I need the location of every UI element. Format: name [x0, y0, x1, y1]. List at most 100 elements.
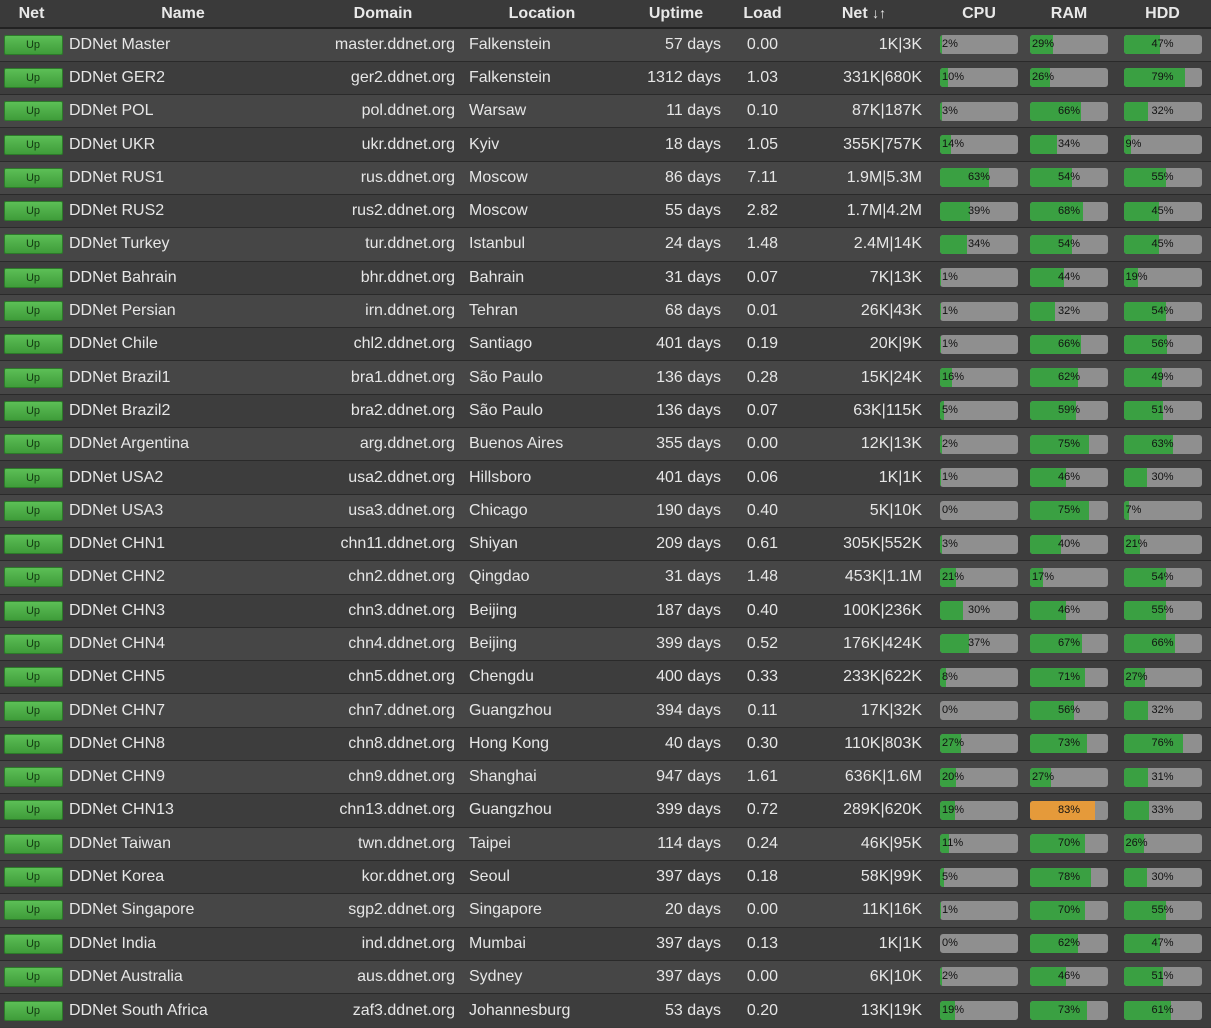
table-row[interactable]: Up DDNet Korea kor.ddnet.org Seoul 397 d…: [0, 859, 1211, 894]
status-up-badge[interactable]: Up: [3, 67, 63, 88]
server-status-table: Net Name Domain Location Uptime Load Net…: [0, 0, 1211, 1027]
table-row[interactable]: Up DDNet Australia aus.ddnet.org Sydney …: [0, 959, 1211, 994]
status-up-badge[interactable]: Up: [3, 367, 63, 388]
status-up-badge[interactable]: Up: [3, 500, 63, 521]
cpu-bar: 30%: [940, 601, 1018, 621]
server-uptime: 400 days: [621, 660, 731, 694]
status-up-badge[interactable]: Up: [3, 234, 63, 255]
table-row[interactable]: Up DDNet CHN13 chn13.ddnet.org Guangzhou…: [0, 793, 1211, 828]
header-name[interactable]: Name: [63, 0, 303, 29]
table-row[interactable]: Up DDNet Bahrain bhr.ddnet.org Bahrain 3…: [0, 260, 1211, 295]
status-up-badge[interactable]: Up: [3, 1000, 63, 1021]
cpu-bar: 1%: [940, 268, 1018, 288]
cpu-bar: 2%: [940, 434, 1018, 454]
server-network-traffic: 11K|16K: [794, 893, 934, 928]
status-up-badge[interactable]: Up: [3, 301, 63, 322]
table-row[interactable]: Up DDNet RUS1 rus.ddnet.org Moscow 86 da…: [0, 160, 1211, 195]
header-network-traffic[interactable]: Net ↓↑: [794, 0, 934, 29]
status-up-badge[interactable]: Up: [3, 334, 63, 355]
cpu-bar: 2%: [940, 35, 1018, 55]
server-load: 7.11: [731, 160, 794, 195]
hdd-percent: 61%: [1151, 1004, 1174, 1016]
server-network-traffic: 12K|13K: [794, 427, 934, 461]
table-row[interactable]: Up DDNet UKR ukr.ddnet.org Kyiv 18 days …: [0, 127, 1211, 162]
table-row[interactable]: Up DDNet GER2 ger2.ddnet.org Falkenstein…: [0, 60, 1211, 95]
table-row[interactable]: Up DDNet CHN1 chn11.ddnet.org Shiyan 209…: [0, 526, 1211, 561]
table-row[interactable]: Up DDNet CHN9 chn9.ddnet.org Shanghai 94…: [0, 760, 1211, 794]
ram-percent: 70%: [1057, 837, 1081, 850]
table-row[interactable]: Up DDNet Brazil2 bra2.ddnet.org São Paul…: [0, 393, 1211, 428]
table-row[interactable]: Up DDNet India ind.ddnet.org Mumbai 397 …: [0, 926, 1211, 961]
status-up-badge[interactable]: Up: [3, 733, 63, 754]
table-row[interactable]: Up DDNet CHN5 chn5.ddnet.org Chengdu 400…: [0, 660, 1211, 694]
table-row[interactable]: Up DDNet Brazil1 bra1.ddnet.org São Paul…: [0, 360, 1211, 395]
server-network-traffic: 1K|1K: [794, 460, 934, 495]
status-up-badge[interactable]: Up: [3, 167, 63, 188]
ram-bar: 62%: [1030, 934, 1108, 954]
table-row[interactable]: Up DDNet Singapore sgp2.ddnet.org Singap…: [0, 893, 1211, 928]
ram-bar: 29%: [1030, 35, 1108, 55]
table-row[interactable]: Up DDNet USA2 usa2.ddnet.org Hillsboro 4…: [0, 460, 1211, 495]
status-up-badge[interactable]: Up: [3, 800, 63, 821]
table-row[interactable]: Up DDNet CHN4 chn4.ddnet.org Beijing 399…: [0, 626, 1211, 661]
server-network-traffic: 2.4M|14K: [794, 227, 934, 262]
table-row[interactable]: Up DDNet Persian irn.ddnet.org Tehran 68…: [0, 293, 1211, 328]
header-cpu[interactable]: CPU: [934, 0, 1024, 29]
server-location: Bahrain: [463, 260, 621, 295]
cpu-bar: 39%: [940, 201, 1018, 221]
table-row[interactable]: Up DDNet Taiwan twn.ddnet.org Taipei 114…: [0, 826, 1211, 861]
hdd-bar: 7%: [1123, 501, 1202, 521]
table-row[interactable]: Up DDNet Chile chl2.ddnet.org Santiago 4…: [0, 327, 1211, 361]
hdd-bar: 32%: [1123, 701, 1202, 721]
hdd-percent: 21%: [1125, 537, 1148, 550]
table-row[interactable]: Up DDNet South Africa zaf3.ddnet.org Joh…: [0, 993, 1211, 1027]
status-up-badge[interactable]: Up: [3, 434, 63, 455]
status-up-badge[interactable]: Up: [3, 700, 63, 721]
header-domain[interactable]: Domain: [303, 0, 463, 29]
status-up-badge[interactable]: Up: [3, 34, 63, 55]
header-net-status[interactable]: Net: [0, 0, 63, 29]
ram-bar: 73%: [1030, 1001, 1108, 1020]
table-row[interactable]: Up DDNet CHN2 chn2.ddnet.org Qingdao 31 …: [0, 560, 1211, 595]
status-up-badge[interactable]: Up: [3, 567, 63, 588]
table-row[interactable]: Up DDNet CHN7 chn7.ddnet.org Guangzhou 3…: [0, 693, 1211, 728]
status-up-badge[interactable]: Up: [3, 400, 63, 421]
status-up-badge[interactable]: Up: [3, 267, 63, 288]
table-row[interactable]: Up DDNet Master master.ddnet.org Falkens…: [0, 27, 1211, 62]
table-row[interactable]: Up DDNet POL pol.ddnet.org Warsaw 11 day…: [0, 94, 1211, 128]
status-up-badge[interactable]: Up: [3, 134, 63, 155]
header-ram[interactable]: RAM: [1024, 0, 1114, 29]
header-location[interactable]: Location: [463, 0, 621, 29]
table-row[interactable]: Up DDNet RUS2 rus2.ddnet.org Moscow 55 d…: [0, 193, 1211, 228]
table-row[interactable]: Up DDNet Argentina arg.ddnet.org Buenos …: [0, 427, 1211, 461]
server-domain: bra2.ddnet.org: [303, 393, 463, 428]
status-up-badge[interactable]: Up: [3, 667, 63, 688]
status-up-badge[interactable]: Up: [3, 201, 63, 222]
server-domain: usa3.ddnet.org: [303, 493, 463, 528]
status-up-badge[interactable]: Up: [3, 767, 63, 788]
status-up-badge[interactable]: Up: [3, 467, 63, 488]
table-row[interactable]: Up DDNet CHN8 chn8.ddnet.org Hong Kong 4…: [0, 726, 1211, 761]
status-up-badge[interactable]: Up: [3, 833, 63, 854]
server-name: DDNet CHN7: [63, 693, 303, 728]
status-up-badge[interactable]: Up: [3, 966, 63, 987]
status-up-badge[interactable]: Up: [3, 101, 63, 122]
header-hdd[interactable]: HDD: [1114, 0, 1211, 29]
header-load[interactable]: Load: [731, 0, 794, 29]
server-location: Kyiv: [463, 127, 621, 162]
status-up-badge[interactable]: Up: [3, 534, 63, 555]
status-up-badge[interactable]: Up: [3, 933, 63, 954]
ram-bar: 34%: [1030, 135, 1108, 155]
status-up-badge[interactable]: Up: [3, 633, 63, 654]
table-row[interactable]: Up DDNet USA3 usa3.ddnet.org Chicago 190…: [0, 493, 1211, 528]
ram-bar: 70%: [1030, 900, 1108, 920]
status-up-badge[interactable]: Up: [3, 600, 63, 621]
ram-percent: 66%: [1057, 104, 1081, 117]
cpu-bar: 0%: [940, 701, 1018, 721]
table-row[interactable]: Up DDNet Turkey tur.ddnet.org Istanbul 2…: [0, 227, 1211, 262]
table-row[interactable]: Up DDNet CHN3 chn3.ddnet.org Beijing 187…: [0, 593, 1211, 628]
status-up-badge[interactable]: Up: [3, 867, 63, 888]
hdd-percent: 33%: [1151, 803, 1174, 816]
status-up-badge[interactable]: Up: [3, 900, 63, 921]
header-uptime[interactable]: Uptime: [621, 0, 731, 29]
